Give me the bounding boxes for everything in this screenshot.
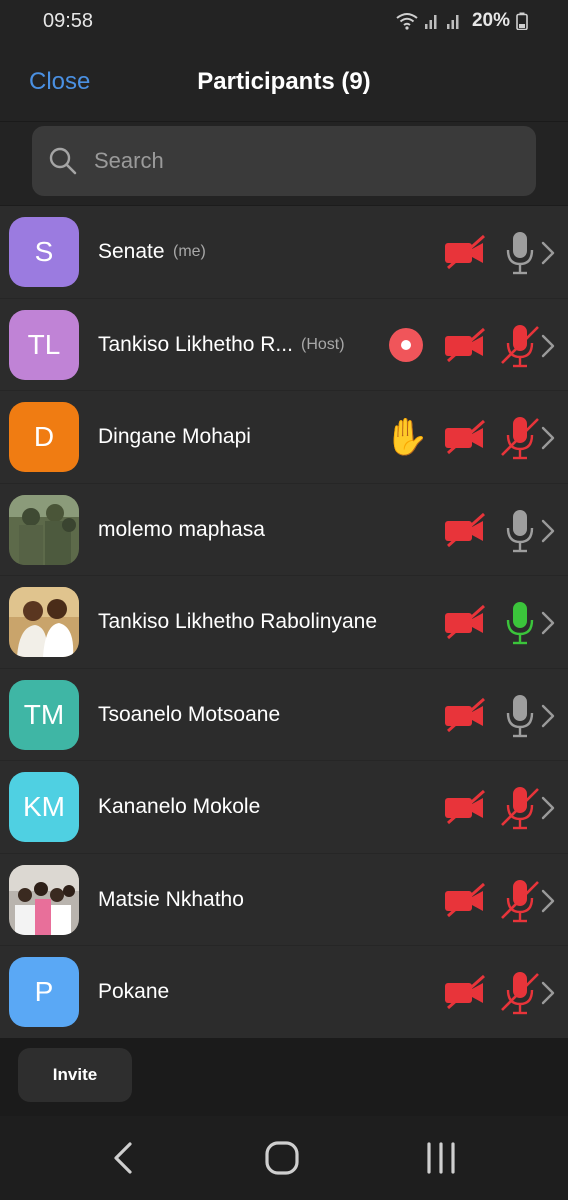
status-icons: 20% — [396, 8, 528, 34]
page-title: Participants (9) — [197, 68, 371, 95]
home-icon[interactable] — [264, 1138, 300, 1178]
recording-icon — [388, 327, 424, 368]
video-off-icon — [443, 604, 487, 645]
video-off-icon — [443, 327, 487, 368]
chevron-right-icon[interactable] — [540, 518, 556, 549]
search-icon — [49, 147, 77, 175]
me-tag: (me) — [173, 243, 206, 260]
avatar: TL — [9, 309, 79, 380]
recent-apps-icon[interactable] — [424, 1138, 458, 1178]
video-off-icon — [443, 974, 487, 1015]
mic-muted-icon — [500, 785, 540, 836]
chevron-right-icon[interactable] — [540, 888, 556, 919]
status-bar: 09:58 20% — [0, 0, 568, 44]
avatar: P — [9, 957, 79, 1027]
video-off-icon — [443, 419, 487, 460]
invite-button[interactable]: Invite — [18, 1048, 132, 1102]
participant-row[interactable]: TM Tsoanelo Motsoane — [0, 668, 568, 761]
mic-muted-icon — [500, 323, 540, 374]
search-section — [0, 122, 568, 206]
battery-icon — [516, 12, 528, 30]
chevron-right-icon[interactable] — [540, 703, 556, 734]
participant-name: molemo maphasa — [98, 517, 265, 541]
mic-muted-icon — [500, 878, 540, 929]
participant-row[interactable]: molemo maphasa — [0, 483, 568, 576]
search-box[interactable] — [32, 126, 536, 196]
participant-row[interactable]: Matsie Nkhatho — [0, 853, 568, 946]
header: Close Participants (9) — [0, 44, 568, 122]
battery-percent: 20% — [471, 10, 510, 31]
mic-muted-icon — [500, 415, 540, 466]
video-off-icon — [443, 697, 487, 738]
mic-speaking-icon — [500, 600, 540, 651]
chevron-right-icon[interactable] — [540, 795, 556, 826]
video-off-icon — [443, 789, 487, 830]
chevron-right-icon[interactable] — [540, 240, 556, 271]
avatar: KM — [9, 772, 79, 842]
chevron-right-icon[interactable] — [540, 980, 556, 1011]
participant-name: Tsoanelo Motsoane — [98, 702, 281, 726]
avatar: S — [9, 217, 79, 287]
participant-name: Tankiso Likhetho R... — [98, 332, 293, 356]
participant-name: Kananelo Mokole — [98, 795, 261, 818]
wifi-icon — [396, 13, 418, 30]
status-time: 09:58 — [43, 10, 94, 32]
signal-icon — [424, 15, 437, 29]
avatar: TM — [9, 679, 79, 750]
avatar-photo — [9, 587, 79, 657]
participant-list: S Senate (me) TL Tankiso Likhetho R... (Host… — [0, 206, 568, 1039]
avatar-photo — [9, 494, 79, 565]
bottom-bar: Invite — [0, 1038, 568, 1116]
participant-row[interactable]: KM Kananelo Mokole — [0, 761, 568, 854]
video-off-icon — [443, 512, 487, 553]
participant-name: Dingane Mohapi — [98, 425, 251, 448]
chevron-right-icon[interactable] — [540, 610, 556, 641]
mic-icon — [500, 508, 540, 559]
mic-muted-icon — [500, 970, 540, 1021]
search-input[interactable] — [94, 126, 524, 196]
participant-name: Tankiso Likhetho Rabolinyane — [98, 610, 378, 633]
video-off-icon — [443, 234, 487, 275]
participant-name: Matsie Nkhatho — [98, 887, 244, 911]
mic-icon — [500, 693, 540, 744]
avatar-photo — [9, 864, 79, 935]
participant-name: Pokane — [98, 980, 170, 1003]
host-tag: (Host) — [301, 335, 345, 353]
back-icon[interactable] — [110, 1138, 136, 1178]
raised-hand-icon: ✋ — [384, 416, 429, 457]
mic-icon — [500, 230, 540, 281]
participant-row[interactable]: TL Tankiso Likhetho R... (Host) — [0, 298, 568, 391]
chevron-right-icon[interactable] — [540, 333, 556, 364]
signal-icon-2 — [446, 15, 459, 29]
participant-row[interactable]: D Dingane Mohapi ✋ — [0, 391, 568, 484]
chevron-right-icon[interactable] — [540, 425, 556, 456]
participant-name: Senate — [98, 240, 165, 263]
participant-row[interactable]: S Senate (me) — [0, 206, 568, 299]
video-off-icon — [443, 882, 487, 923]
participant-row[interactable]: Tankiso Likhetho Rabolinyane — [0, 576, 568, 669]
system-nav-bar — [0, 1116, 568, 1200]
avatar: D — [9, 402, 79, 472]
participant-row[interactable]: P Pokane — [0, 946, 568, 1039]
